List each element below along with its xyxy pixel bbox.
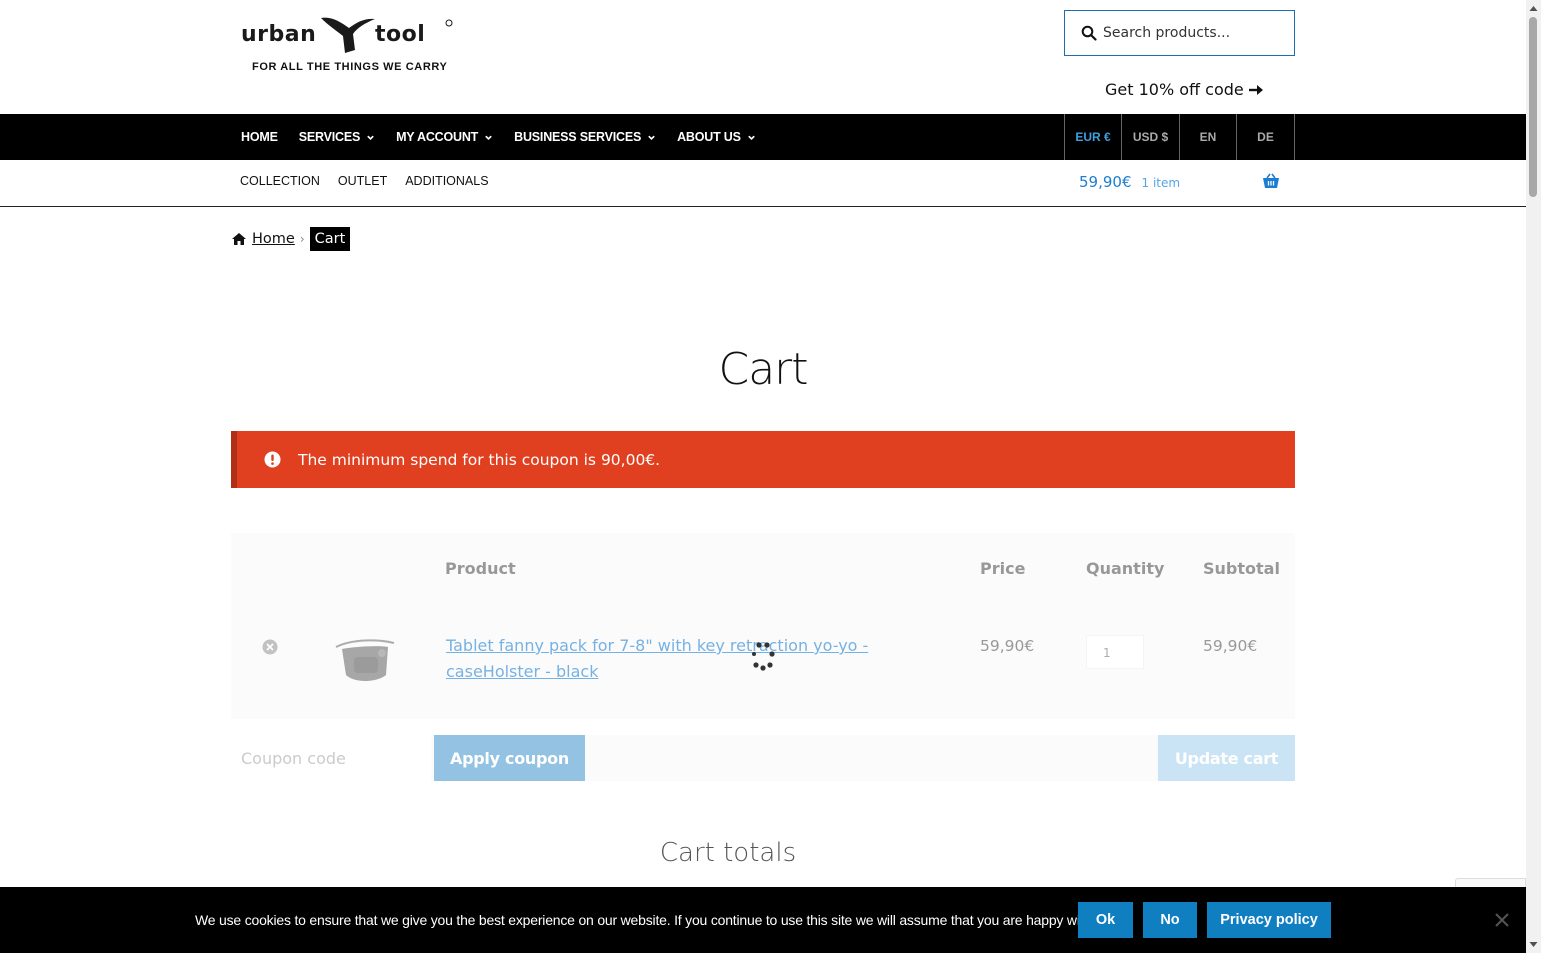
coupon-code-input[interactable] [231,735,431,781]
nav-item-label: MY ACCOUNT [396,130,479,144]
mini-cart[interactable]: 59,90€ 1 item [1079,173,1180,191]
alert-icon [264,451,281,468]
arrow-right-icon [1248,84,1263,95]
breadcrumb: Home › Cart [231,227,351,251]
nav-item-my-account[interactable]: MY ACCOUNT [396,130,493,144]
breadcrumb-home-link[interactable]: Home [252,231,295,247]
column-header-product: Product [445,559,516,578]
cookie-message: We use cookies to ensure that we give yo… [195,912,1105,928]
chevron-down-icon [367,135,374,140]
currency-language-switcher: EUR € USD $ EN DE [1064,114,1295,160]
main-navigation: HOME SERVICES MY ACCOUNT BUSINESS SERVIC… [0,114,1526,160]
search-icon [1081,25,1097,41]
mini-cart-count: 1 item [1141,176,1181,190]
nav-item-label: BUSINESS SERVICES [514,130,642,144]
scroll-up-arrow-icon[interactable] [1529,5,1538,12]
coupon-error-notice: The minimum spend for this coupon is 90,… [231,431,1295,488]
cookie-notice: We use cookies to ensure that we give yo… [0,887,1526,953]
product-search[interactable] [1064,10,1295,56]
product-link[interactable]: Tablet fanny pack for 7-8" with key retr… [446,633,936,685]
item-price: 59,90€ [980,637,1035,655]
nav-item-about-us[interactable]: ABOUT US [677,130,756,144]
secondary-navigation: COLLECTION OUTLET ADDITIONALS [240,174,489,188]
column-header-subtotal: Subtotal [1203,559,1280,578]
language-de[interactable]: DE [1237,114,1295,160]
quantity-input[interactable]: 1 [1086,635,1144,669]
cookie-ok-button[interactable]: Ok [1078,902,1133,938]
site-tagline: FOR ALL THE THINGS WE CARRY [252,61,448,73]
loading-spinner-icon [752,642,775,671]
promo-text: Get 10% off code [1105,80,1244,99]
page-title: Cart [718,344,808,395]
nav-item-home[interactable]: HOME [241,130,278,144]
search-input[interactable] [1103,25,1283,41]
cart-table: Product Price Quantity Subtotal Tablet f… [231,533,1295,719]
nav-item-business-services[interactable]: BUSINESS SERVICES [514,130,656,144]
remove-item-icon[interactable] [262,639,278,655]
nav-item-label: ABOUT US [677,130,741,144]
apply-coupon-button[interactable]: Apply coupon [434,735,585,781]
promo-link[interactable]: Get 10% off code [1105,80,1264,99]
cookie-no-button[interactable]: No [1143,902,1197,938]
cart-actions: Apply coupon Update cart [231,735,1295,781]
subnav-item-collection[interactable]: COLLECTION [240,174,320,188]
item-subtotal: 59,90€ [1203,637,1258,655]
nav-item-label: HOME [241,130,278,144]
breadcrumb-separator: › [299,232,305,246]
nav-item-label: SERVICES [298,130,361,144]
chevron-down-icon [748,135,755,140]
currency-eur[interactable]: EUR € [1065,114,1122,160]
home-icon [232,233,246,245]
chevron-down-icon [485,135,492,140]
page-scrollbar[interactable] [1526,0,1541,953]
chevron-down-icon [648,135,655,140]
breadcrumb-current: Cart [309,227,351,251]
currency-usd[interactable]: USD $ [1122,114,1180,160]
basket-icon[interactable] [1262,173,1280,189]
language-en[interactable]: EN [1180,114,1237,160]
privacy-policy-button[interactable]: Privacy policy [1207,902,1331,938]
subnav-item-additionals[interactable]: ADDITIONALS [405,174,488,188]
close-icon[interactable] [1494,912,1510,928]
svg-text:urban: urban [241,22,316,47]
nav-item-services[interactable]: SERVICES [299,130,375,144]
error-message: The minimum spend for this coupon is 90,… [298,450,661,469]
scrollbar-thumb[interactable] [1529,17,1537,197]
product-thumbnail[interactable] [332,631,398,691]
svg-text:tool: tool [375,22,425,47]
scroll-down-arrow-icon[interactable] [1529,941,1538,948]
mini-cart-amount: 59,90€ [1079,173,1132,191]
header-divider [0,206,1526,207]
subnav-item-outlet[interactable]: OUTLET [338,174,387,188]
update-cart-button[interactable]: Update cart [1158,735,1295,781]
column-header-price: Price [980,559,1026,578]
column-header-quantity: Quantity [1086,559,1165,578]
cart-totals-title: Cart totals [659,838,797,868]
